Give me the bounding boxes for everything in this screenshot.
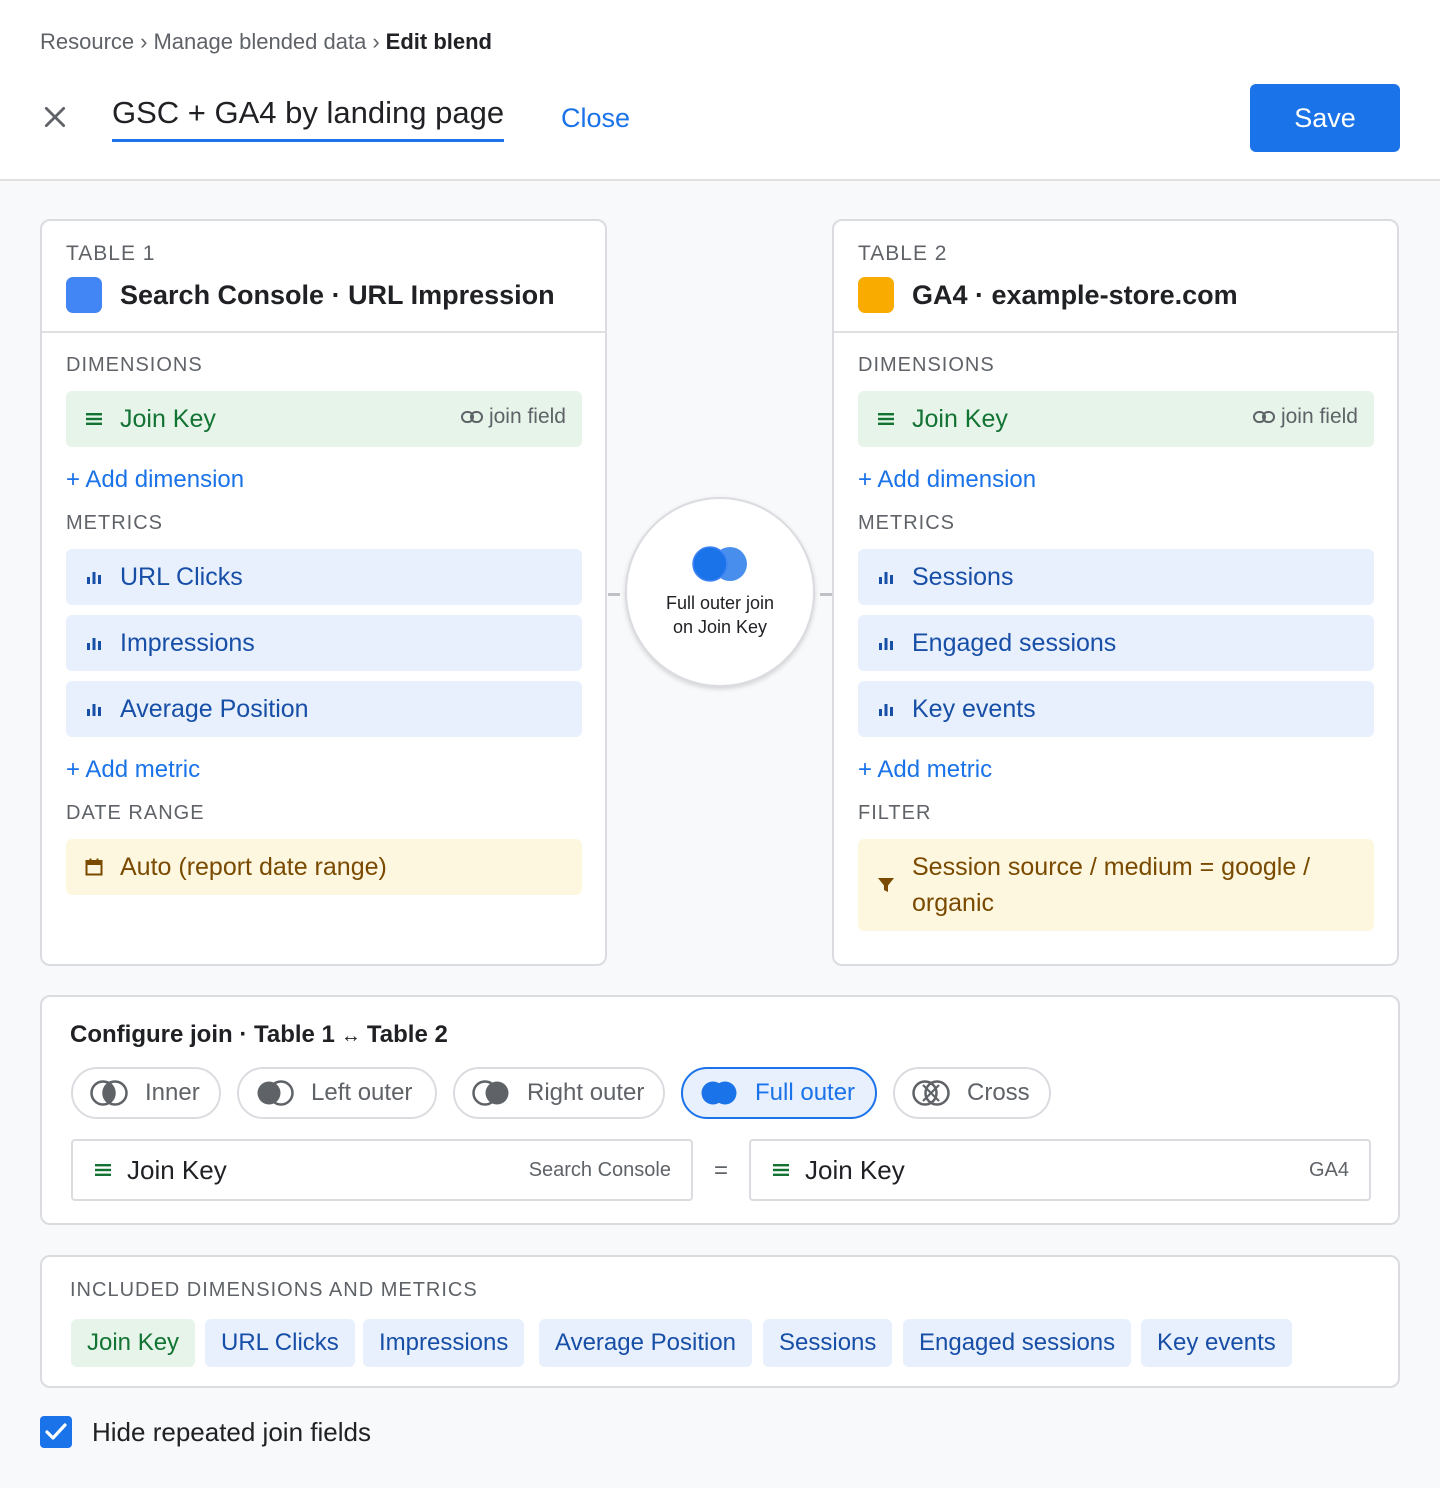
included-label: INCLUDED DIMENSIONS AND METRICS	[70, 1279, 478, 1301]
hide-repeated-checkbox[interactable]	[40, 1416, 72, 1448]
table-2-add-dimension[interactable]: + Add dimension	[858, 466, 1036, 494]
full-outer-join-icon	[692, 546, 747, 582]
table-1-metric-average-position[interactable]: Average Position	[66, 681, 582, 737]
close-link[interactable]: Close	[561, 101, 630, 135]
join-summary-button[interactable]: Full outer join on Join Key	[625, 497, 815, 687]
join-option-right-outer[interactable]: Right outer	[453, 1067, 665, 1119]
table-2-metric-sessions[interactable]: Sessions	[858, 549, 1374, 605]
table-2-metric-engaged-sessions[interactable]: Engaged sessions	[858, 615, 1374, 671]
table-1-swatch	[66, 277, 102, 313]
included-pill-engaged-sessions[interactable]: Engaged sessions	[903, 1319, 1132, 1367]
table-2-card: TABLE 2 GA4 · example-store.com DIMENSIO…	[832, 219, 1399, 966]
table-2-header: TABLE 2 GA4 · example-store.com	[834, 221, 1397, 333]
table-2-metric-key-events[interactable]: Key events	[858, 681, 1374, 737]
table-2-name: GA4 · example-store.com	[912, 279, 1238, 310]
dimension-label: Join Key	[120, 404, 216, 433]
table-2-label: TABLE 2	[858, 242, 948, 265]
table-1-source[interactable]: Search Console · URL Impression	[66, 277, 555, 313]
table-1-add-metric[interactable]: + Add metric	[66, 756, 200, 784]
join-summary-text: Full outer join on Join Key	[665, 593, 775, 637]
table-1-label: TABLE 1	[66, 242, 156, 265]
blend-title-text: GSC + GA4 by landing page	[112, 95, 505, 130]
date-range-label: DATE RANGE	[66, 802, 205, 824]
table-2-swatch	[858, 277, 894, 313]
dimensions-label: DIMENSIONS	[66, 354, 203, 376]
checkmark-icon	[45, 1423, 67, 1440]
metric-bar-chart-icon	[876, 699, 896, 719]
header: Resource › Manage blended data › Edit bl…	[0, 0, 1440, 181]
filter-chip[interactable]: Session source / medium = google / organ…	[858, 839, 1374, 931]
join-field-tag: join field	[460, 405, 566, 429]
configure-join-title: Configure join · Table 1 ↔ Table 2	[70, 1021, 448, 1048]
right-key-source: GA4	[1308, 1159, 1349, 1181]
left-key-source: Search Console	[528, 1159, 671, 1181]
date-range-selector[interactable]: Auto (report date range)	[66, 839, 582, 895]
table-1-metric-url-clicks[interactable]: URL Clicks	[66, 549, 582, 605]
included-pill-average-position[interactable]: Average Position	[539, 1319, 753, 1367]
breadcrumb-item-manage-blended-data[interactable]: Manage blended data	[153, 29, 366, 55]
filter-funnel-icon	[876, 875, 896, 895]
breadcrumb-separator: ›	[372, 29, 380, 54]
table-1-dimension-join-key[interactable]: Join Key join field	[66, 391, 582, 447]
right-join-key-select[interactable]: Join Key GA4	[749, 1139, 1371, 1201]
join-option-left-outer[interactable]: Left outer	[237, 1067, 437, 1119]
blend-title-input[interactable]: GSC + GA4 by landing page	[112, 94, 505, 142]
included-fields-card: INCLUDED DIMENSIONS AND METRICS Join Key…	[40, 1255, 1400, 1388]
metric-bar-chart-icon	[876, 633, 896, 653]
included-pill-key-events[interactable]: Key events	[1141, 1319, 1292, 1367]
hide-repeated-label[interactable]: Hide repeated join fields	[92, 1417, 371, 1448]
inner-join-icon	[90, 1080, 128, 1106]
dimension-icon	[84, 409, 104, 429]
join-option-full-outer[interactable]: Full outer	[681, 1067, 877, 1119]
join-field-tag: join field	[1252, 405, 1358, 429]
left-outer-join-icon	[257, 1080, 294, 1106]
breadcrumb-item-resource[interactable]: Resource	[40, 29, 134, 55]
metrics-label: METRICS	[858, 512, 955, 534]
metric-bar-chart-icon	[84, 567, 104, 587]
dimensions-label: DIMENSIONS	[858, 354, 995, 376]
dimension-icon	[95, 1164, 111, 1176]
full-outer-join-icon	[701, 1081, 737, 1105]
breadcrumb: Resource › Manage blended data › Edit bl…	[40, 29, 492, 55]
equals-sign: =	[714, 1157, 729, 1184]
table-2-dimension-join-key[interactable]: Join Key join field	[858, 391, 1374, 447]
table-2-add-metric[interactable]: + Add metric	[858, 756, 992, 784]
breadcrumb-separator: ›	[140, 29, 148, 54]
metric-bar-chart-icon	[876, 567, 896, 587]
table-2-source[interactable]: GA4 · example-store.com	[858, 277, 1238, 313]
included-pill-sessions[interactable]: Sessions	[763, 1319, 893, 1367]
close-icon[interactable]	[37, 99, 73, 135]
table-1-add-dimension[interactable]: + Add dimension	[66, 466, 244, 494]
join-option-cross[interactable]: Cross	[893, 1067, 1051, 1119]
configure-join-card: Configure join · Table 1 ↔ Table 2 Inner L…	[40, 995, 1400, 1225]
left-join-key-select[interactable]: Join Key Search Console	[71, 1139, 693, 1201]
metric-bar-chart-icon	[84, 633, 104, 653]
join-option-inner[interactable]: Inner	[71, 1067, 221, 1119]
table-1-card: TABLE 1 Search Console · URL Impression …	[40, 219, 607, 966]
save-button[interactable]: Save	[1250, 84, 1400, 152]
included-pill-join-key[interactable]: Join Key	[71, 1319, 196, 1367]
filter-label: FILTER	[858, 802, 932, 824]
dimension-icon	[876, 409, 896, 429]
breadcrumb-current: Edit blend	[385, 29, 492, 54]
dimension-label: Join Key	[912, 404, 1008, 433]
link-icon	[1252, 411, 1275, 423]
included-pill-impressions[interactable]: Impressions	[363, 1319, 525, 1367]
metrics-label: METRICS	[66, 512, 163, 534]
table-1-name: Search Console · URL Impression	[120, 279, 555, 310]
calendar-icon	[84, 857, 104, 877]
table-1-metric-impressions[interactable]: Impressions	[66, 615, 582, 671]
join-connector-left	[608, 593, 620, 596]
join-connector-right	[820, 593, 832, 596]
cross-join-icon	[912, 1080, 950, 1106]
table-1-header: TABLE 1 Search Console · URL Impression	[42, 221, 605, 333]
included-pill-url-clicks[interactable]: URL Clicks	[205, 1319, 355, 1367]
metric-bar-chart-icon	[84, 699, 104, 719]
link-icon	[460, 411, 483, 423]
dimension-icon	[773, 1164, 789, 1176]
right-outer-join-icon	[472, 1080, 509, 1106]
